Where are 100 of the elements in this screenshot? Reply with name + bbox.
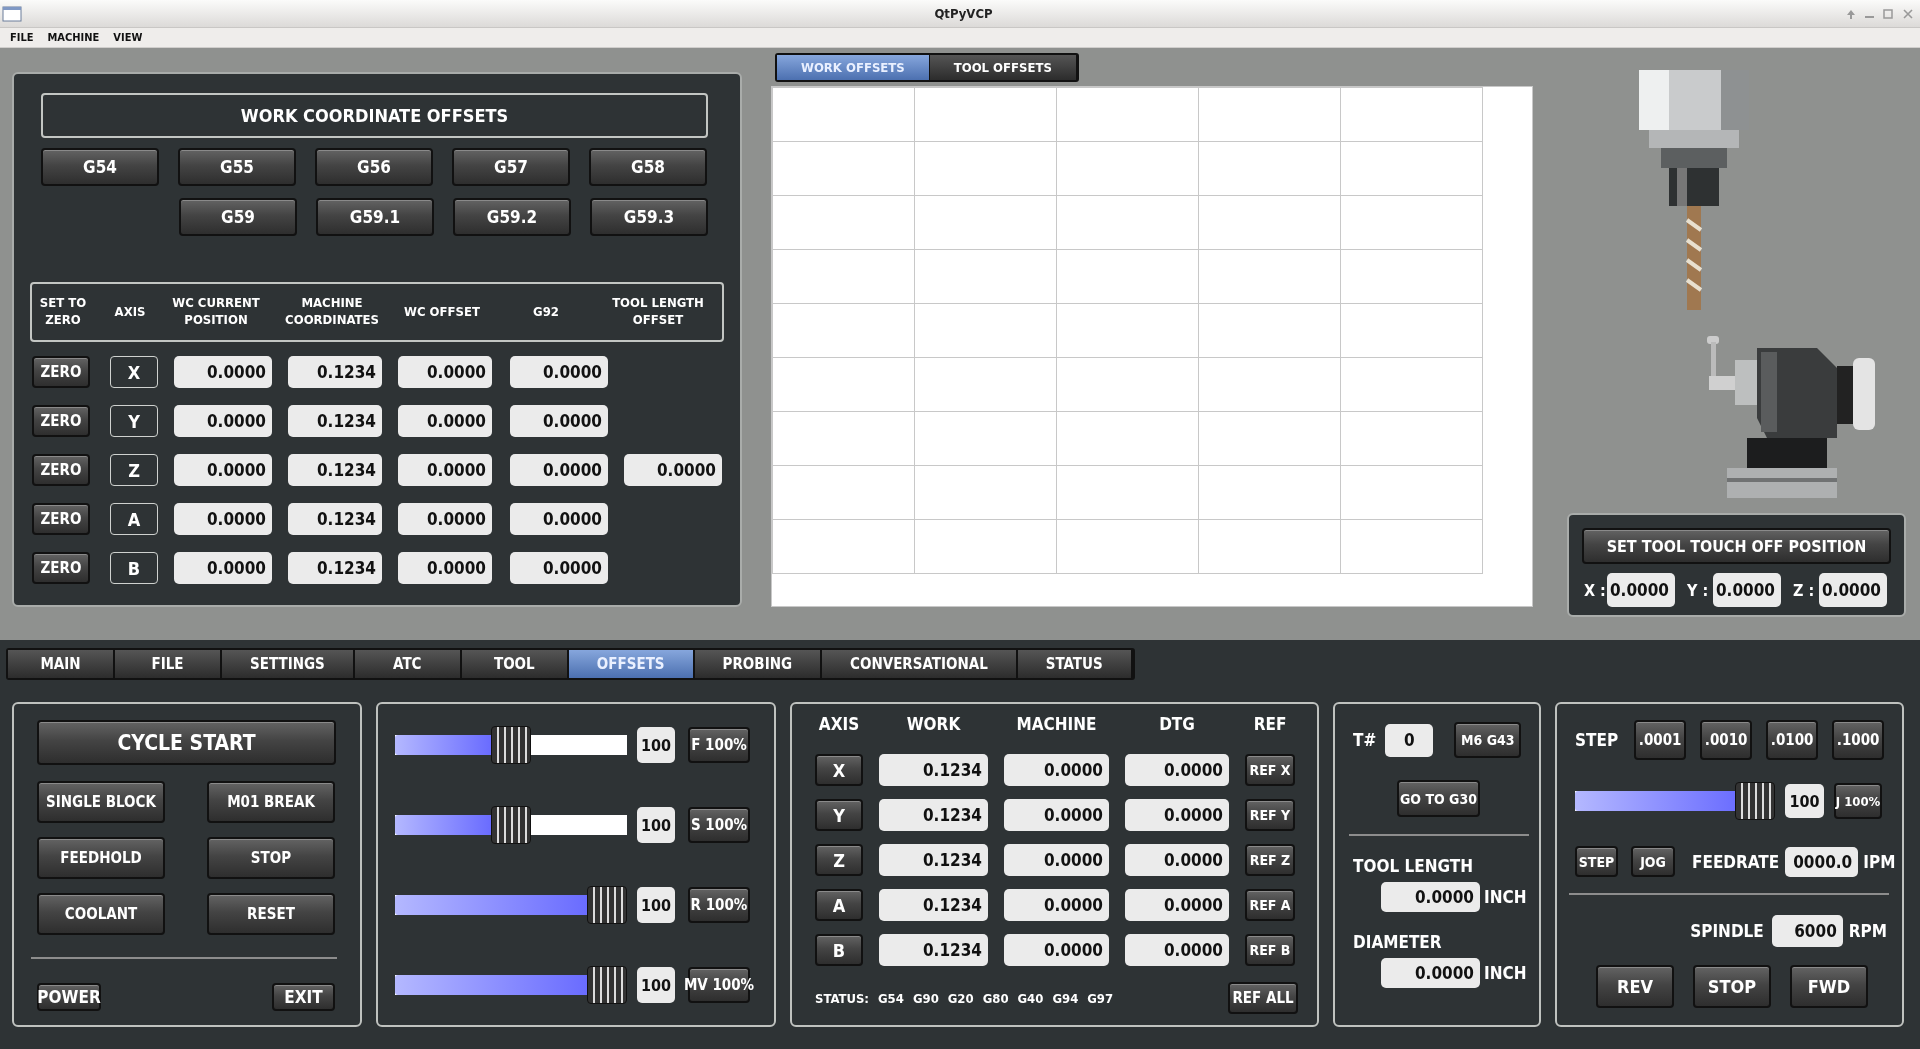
zero-button[interactable]: ZERO [32, 503, 90, 535]
diameter-field[interactable]: 0.0000 [1381, 958, 1480, 988]
control-button[interactable]: M01 BREAK [207, 781, 335, 823]
jog-speed-button[interactable]: J 100% [1834, 783, 1882, 819]
spindle-button[interactable]: STOP [1693, 965, 1771, 1008]
axis-button[interactable]: Y [815, 799, 863, 831]
touch-off-field[interactable]: 0.0000 [1607, 573, 1675, 607]
menu-item[interactable]: MACHINE [47, 31, 100, 44]
tab[interactable]: PROBING [694, 650, 822, 678]
axis-label: A [110, 503, 158, 535]
value-field[interactable]: 100 [637, 807, 675, 843]
offset-button[interactable]: G56 [315, 148, 433, 186]
axis-button[interactable]: A [815, 889, 863, 921]
exit-button[interactable]: EXIT [272, 983, 335, 1011]
step-mode-button[interactable]: STEP [1575, 846, 1618, 877]
slider-handle[interactable] [1735, 782, 1775, 820]
column-header: SET TO ZERO [38, 295, 88, 329]
zero-button[interactable]: ZERO [32, 405, 90, 437]
tab[interactable]: FILE [115, 650, 222, 678]
override-button[interactable]: F 100% [688, 727, 750, 763]
tab[interactable]: TOOL [461, 650, 569, 678]
column-header: WORK [905, 714, 962, 736]
tab[interactable]: SETTINGS [222, 650, 355, 678]
tab[interactable]: TOOL OFFSETS [929, 55, 1077, 80]
increment-button[interactable]: .0001 [1634, 720, 1687, 760]
override-button[interactable]: S 100% [688, 807, 750, 843]
axis-button[interactable]: B [815, 934, 863, 966]
control-button[interactable]: RESET [207, 893, 335, 935]
touch-off-field[interactable]: 0.0000 [1819, 573, 1887, 607]
column-header: DTG [1158, 714, 1196, 736]
column-header: REF [1252, 714, 1288, 736]
tool-number-field[interactable]: 0 [1385, 723, 1434, 757]
axis-button[interactable]: Z [815, 844, 863, 876]
ref-button[interactable]: REF Y [1245, 799, 1295, 831]
ref-all-button[interactable]: REF ALL [1228, 982, 1298, 1014]
ref-button[interactable]: REF B [1245, 934, 1295, 966]
control-button[interactable]: FEEDHOLD [37, 837, 165, 879]
tab[interactable]: MAIN [8, 650, 115, 678]
tool-length-field[interactable]: 0.0000 [1381, 882, 1480, 912]
axis-button[interactable]: X [815, 754, 863, 786]
m6-button[interactable]: M6 G43 [1454, 722, 1522, 758]
tab[interactable]: STATUS [1017, 650, 1133, 678]
position-field: 0.0000 [174, 552, 272, 584]
status-code: G94 [1052, 990, 1079, 1006]
slider-handle[interactable] [491, 726, 531, 764]
increment-button[interactable]: .0010 [1700, 720, 1753, 760]
cycle-start-button[interactable]: CYCLE START [37, 720, 336, 765]
override-button[interactable]: R 100% [688, 887, 750, 923]
offset-button[interactable]: G59 [179, 198, 297, 236]
tool-length-label: TOOL LENGTH [1353, 856, 1474, 876]
control-button[interactable]: STOP [207, 837, 335, 879]
g30-button[interactable]: GO TO G30 [1397, 780, 1480, 817]
offset-button[interactable]: G57 [452, 148, 570, 186]
ref-button[interactable]: REF X [1245, 754, 1295, 786]
offset-button[interactable]: G55 [178, 148, 296, 186]
g92-field: 0.0000 [510, 503, 608, 535]
machine-field: 0.1234 [288, 356, 382, 388]
touch-off-field[interactable]: 0.0000 [1713, 573, 1781, 607]
ref-button[interactable]: REF A [1245, 889, 1295, 921]
offset-button[interactable]: G59.3 [590, 198, 708, 236]
tab[interactable]: CONVERSATIONAL [822, 650, 1018, 678]
slider-handle[interactable] [587, 966, 627, 1004]
offset-button[interactable]: G58 [589, 148, 707, 186]
ref-button[interactable]: REF Z [1245, 844, 1295, 876]
increment-button[interactable]: .0100 [1766, 720, 1819, 760]
jog-mode-button[interactable]: JOG [1631, 846, 1675, 877]
slider-handle[interactable] [491, 806, 531, 844]
increment-button[interactable]: .1000 [1832, 720, 1885, 760]
menu-item[interactable]: FILE [10, 31, 34, 44]
offset-button[interactable]: G59.1 [316, 198, 434, 236]
zero-button[interactable]: ZERO [32, 454, 90, 486]
value-field[interactable]: 100 [637, 887, 675, 923]
power-button[interactable]: POWER [37, 983, 101, 1011]
offset-button[interactable]: G59.2 [453, 198, 571, 236]
maximize-icon [1882, 7, 1894, 20]
zero-button[interactable]: ZERO [32, 552, 90, 584]
control-button[interactable]: SINGLE BLOCK [37, 781, 165, 823]
value-field[interactable]: 100 [637, 967, 675, 1003]
feedrate-field[interactable]: 0000.0 [1785, 846, 1859, 877]
spindle-button[interactable]: FWD [1790, 965, 1868, 1008]
tool-length-field: 0.0000 [624, 454, 722, 486]
work-field: 0.1234 [879, 934, 988, 966]
offset-field: 0.0000 [398, 454, 492, 486]
zero-button[interactable]: ZERO [32, 356, 90, 388]
column-header: WC OFFSET [403, 303, 481, 321]
slider-handle[interactable] [587, 886, 627, 924]
g92-field: 0.0000 [510, 454, 608, 486]
machine-field: 0.1234 [288, 454, 382, 486]
control-button[interactable]: COOLANT [37, 893, 165, 935]
value-field[interactable]: 100 [637, 727, 675, 763]
offset-button[interactable]: G54 [41, 148, 159, 186]
feedrate-label: FEEDRATE [1692, 851, 1780, 872]
spindle-field[interactable]: 6000 [1771, 915, 1843, 947]
status-code: G97 [1087, 990, 1114, 1006]
tab[interactable]: ATC [354, 650, 462, 678]
touch-off-button[interactable]: SET TOOL TOUCH OFF POSITION [1582, 528, 1891, 564]
value-field[interactable]: 100 [1785, 784, 1824, 818]
menu-item[interactable]: VIEW [113, 31, 143, 44]
offset-field: 0.0000 [398, 503, 492, 535]
spindle-button[interactable]: REV [1596, 965, 1674, 1008]
